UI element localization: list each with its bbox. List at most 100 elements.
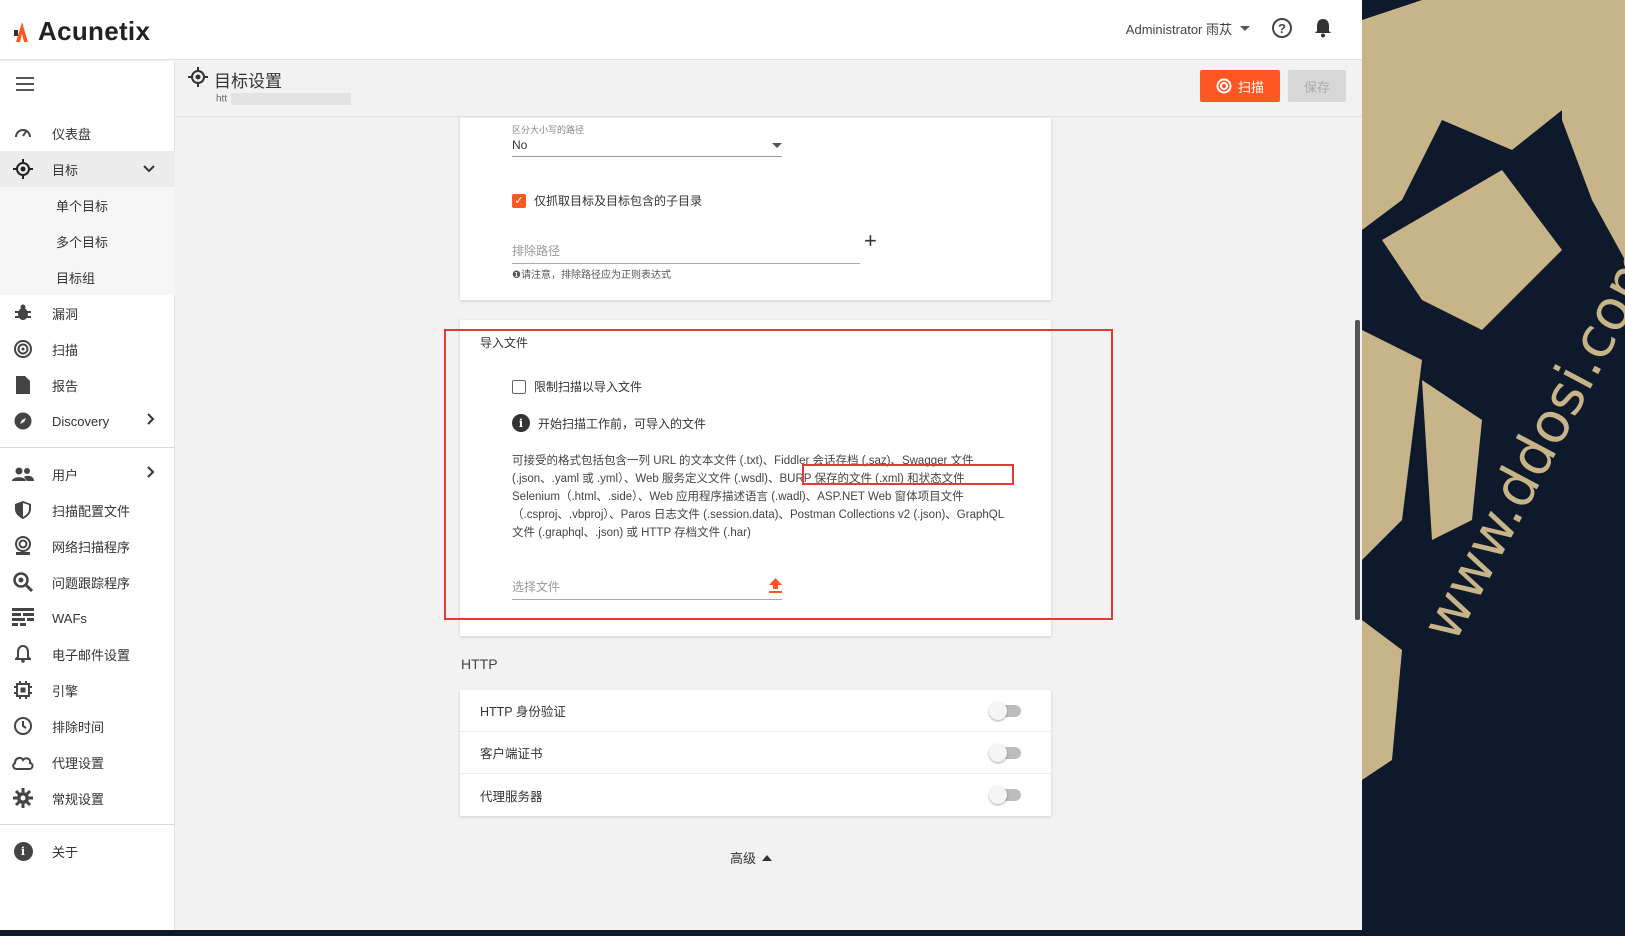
target-address: htt <box>216 93 352 105</box>
case-sensitive-select[interactable]: No <box>512 138 782 157</box>
sidebar-item-proxy-settings[interactable]: 代理设置 <box>0 744 175 780</box>
http-auth-row: HTTP 身份验证 <box>460 690 1051 732</box>
sidebar-item-network-scanner[interactable]: 网络扫描程序 <box>0 528 175 564</box>
compass-icon <box>12 410 34 432</box>
client-cert-toggle[interactable] <box>989 743 1021 762</box>
chip-icon <box>12 679 34 701</box>
sidebar-item-target-groups[interactable]: 目标组 <box>0 259 175 295</box>
scan-button[interactable]: 扫描 <box>1200 70 1280 102</box>
bug-icon <box>12 302 34 324</box>
sidebar-item-targets[interactable]: 目标 <box>0 151 175 187</box>
sidebar-item-label: 代理设置 <box>52 755 105 771</box>
chevron-down-icon <box>1240 25 1250 31</box>
redacted-url <box>231 93 352 105</box>
logo[interactable]: Acunetix <box>12 16 150 47</box>
chevron-down-icon <box>143 161 155 176</box>
sidebar-item-engines[interactable]: 引擎 <box>0 672 175 708</box>
sidebar-item-about[interactable]: i 关于 <box>0 833 175 869</box>
cloud-icon <box>12 751 34 773</box>
firewall-icon <box>12 607 34 629</box>
user-name: Administrator 雨苁 <box>1125 21 1232 37</box>
dropdown-arrow-icon <box>772 142 782 148</box>
gear-icon <box>12 787 34 809</box>
sidebar-item-label: 仪表盘 <box>52 126 92 142</box>
scrollbar[interactable] <box>1355 320 1360 620</box>
crawl-settings-card: 区分大小写的路径 No ✓ 仅抓取目标及目标包含的子目录 排除路径 + ❶请注意… <box>460 118 1051 300</box>
bell-icon[interactable] <box>1314 18 1332 38</box>
menu-icon[interactable] <box>16 77 34 95</box>
sidebar-item-label: Discovery <box>52 413 110 429</box>
sidebar-item-vulnerabilities[interactable]: 漏洞 <box>0 295 175 331</box>
case-sensitive-label: 区分大小写的路径 <box>512 125 585 135</box>
only-subdirs-label: 仅抓取目标及目标包含的子目录 <box>534 194 703 208</box>
annotation-box-burp <box>802 464 1014 485</box>
exclude-path-input[interactable]: 排除路径 <box>512 242 860 264</box>
sidebar-item-discovery[interactable]: Discovery <box>0 403 175 439</box>
top-bar: Acunetix Administrator 雨苁 ? <box>0 0 1362 60</box>
proxy-server-row: 代理服务器 <box>460 774 1051 816</box>
sidebar-item-issue-trackers[interactable]: 问题跟踪程序 <box>0 564 175 600</box>
page-title: 目标设置 <box>214 72 282 91</box>
chevron-up-icon <box>762 854 773 861</box>
proxy-server-toggle[interactable] <box>989 786 1021 804</box>
users-icon <box>12 463 34 485</box>
only-subdirs-option[interactable]: ✓ 仅抓取目标及目标包含的子目录 <box>512 192 702 209</box>
sidebar-item-email-settings[interactable]: 电子邮件设置 <box>0 636 175 672</box>
advanced-toggle[interactable]: 高级 <box>730 848 773 867</box>
page-header: 目标设置 htt 扫描 保存 <box>176 61 1362 117</box>
sidebar-item-label: 问题跟踪程序 <box>52 575 131 591</box>
client-cert-label: 客户端证书 <box>480 747 543 761</box>
sidebar-item-single-target[interactable]: 单个目标 <box>0 187 175 223</box>
sidebar-item-label: 排除时间 <box>52 719 105 735</box>
advanced-label: 高级 <box>730 851 757 866</box>
sidebar-item-label: WAFs <box>52 610 87 626</box>
sidebar-item-label: 报告 <box>52 378 79 394</box>
sidebar-item-label: 扫描 <box>52 342 79 358</box>
only-subdirs-checkbox[interactable]: ✓ <box>512 193 526 208</box>
sidebar-item-wafs[interactable]: WAFs <box>0 600 175 636</box>
chevron-right-icon <box>147 413 155 428</box>
scan-icon <box>1216 78 1232 94</box>
scan-button-label: 扫描 <box>1237 79 1264 95</box>
target-icon <box>188 67 208 92</box>
exclude-path-hint: ❶请注意，排除路径应为正则表达式 <box>512 270 671 281</box>
sidebar-item-scans[interactable]: 扫描 <box>0 331 175 367</box>
add-exclusion-button[interactable]: + <box>864 228 877 254</box>
acunetix-logo-icon <box>14 21 28 42</box>
target-address-prefix: htt <box>216 93 228 105</box>
app-window: Acunetix Administrator 雨苁 ? 仪表盘 目标 单个目标 … <box>0 0 1362 930</box>
watermark-panel: www.ddosi.com <box>1362 0 1625 936</box>
sidebar-item-label: 扫描配置文件 <box>52 503 131 519</box>
sidebar-item-dashboard[interactable]: 仪表盘 <box>0 115 175 151</box>
user-menu[interactable]: Administrator 雨苁 <box>1126 19 1250 38</box>
sidebar-item-label: 网络扫描程序 <box>52 539 131 555</box>
main-content: 区分大小写的路径 No ✓ 仅抓取目标及目标包含的子目录 排除路径 + ❶请注意… <box>176 118 1362 930</box>
logo-text: Acunetix <box>38 16 151 46</box>
http-auth-toggle[interactable] <box>989 701 1021 720</box>
sidebar-item-multiple-targets[interactable]: 多个目标 <box>0 223 175 259</box>
dashboard-icon <box>12 122 34 144</box>
sidebar-nav: 仪表盘 目标 单个目标 多个目标 目标组 漏洞 扫描 报告 Discovery … <box>0 115 175 869</box>
report-icon <box>12 374 34 396</box>
sidebar-item-scan-profiles[interactable]: 扫描配置文件 <box>0 492 175 528</box>
http-settings-card: HTTP 身份验证 客户端证书 代理服务器 <box>460 690 1051 816</box>
divider <box>0 824 175 825</box>
bell-icon <box>12 643 34 665</box>
sidebar-item-excluded-hours[interactable]: 排除时间 <box>0 708 175 744</box>
sidebar-item-users[interactable]: 用户 <box>0 456 175 492</box>
target-icon <box>12 158 34 180</box>
sidebar: 仪表盘 目标 单个目标 多个目标 目标组 漏洞 扫描 报告 Discovery … <box>0 61 175 930</box>
sidebar-item-general-settings[interactable]: 常规设置 <box>0 780 175 816</box>
info-icon: i <box>12 840 34 862</box>
sidebar-item-reports[interactable]: 报告 <box>0 367 175 403</box>
help-icon[interactable]: ? <box>1272 18 1292 38</box>
http-section-title: HTTP <box>461 656 498 672</box>
sidebar-item-label: 常规设置 <box>52 791 105 807</box>
chevron-right-icon <box>147 466 155 481</box>
sidebar-item-label: 关于 <box>52 844 79 860</box>
sidebar-item-label: 用户 <box>52 467 79 483</box>
sidebar-item-label: 引擎 <box>52 683 79 699</box>
save-button[interactable]: 保存 <box>1288 70 1346 102</box>
issue-tracker-icon <box>12 571 34 593</box>
scan-icon <box>12 338 34 360</box>
